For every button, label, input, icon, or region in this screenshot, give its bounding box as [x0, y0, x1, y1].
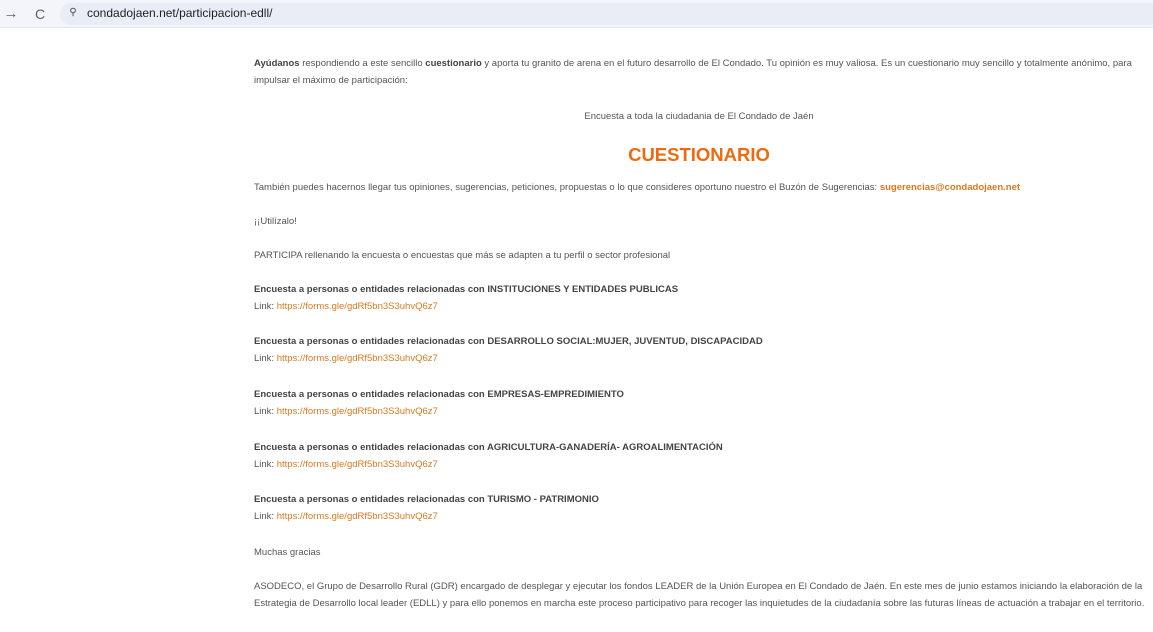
survey-title: Encuesta a personas o entidades relacion…: [254, 284, 679, 295]
address-bar[interactable]: ⚲ condadojaen.net/participacion-edll/: [60, 3, 1153, 25]
thanks-text: Muchas gracias: [254, 547, 321, 558]
survey-title: Encuesta a personas o entidades relacion…: [254, 494, 599, 505]
intro-paragraph: Ayúdanos respondiendo a este sencillo cu…: [254, 55, 1134, 89]
url-text[interactable]: condadojaen.net/participacion-edll/: [87, 6, 272, 20]
survey-title: Encuesta a personas o entidades relacion…: [254, 336, 763, 347]
survey-item-agricultura: Encuesta a personas o entidades relacion…: [254, 439, 1144, 473]
forward-icon[interactable]: →: [1, 4, 21, 24]
link-label: Link:: [254, 511, 277, 522]
participa-text: PARTICIPA rellenando la encuesta o encue…: [254, 250, 671, 261]
intro-strong-cuestionario: cuestionario: [425, 58, 482, 69]
intro-strong-ayudanos: Ayúdanos: [254, 58, 300, 69]
intro-text-1: respondiendo a este sencillo: [299, 58, 426, 69]
reload-icon[interactable]: C: [30, 4, 50, 24]
link-label: Link:: [254, 406, 277, 417]
link-label: Link:: [254, 301, 277, 312]
browser-toolbar: → C ⚲ condadojaen.net/participacion-edll…: [0, 0, 1153, 28]
survey-link[interactable]: https://forms.gle/gdRf5bn3S3uhvQ6z7: [277, 353, 438, 364]
site-info-icon[interactable]: ⚲: [66, 6, 80, 20]
survey-link[interactable]: https://forms.gle/gdRf5bn3S3uhvQ6z7: [277, 406, 438, 417]
survey-link-line: Link: https://forms.gle/gdRf5bn3S3uhvQ6z…: [254, 403, 1144, 420]
suggestions-paragraph: También puedes hacernos llegar tus opini…: [254, 179, 1020, 196]
survey-heading: Encuesta a toda la ciudadania de El Cond…: [584, 111, 814, 122]
suggestions-text: También puedes hacernos llegar tus opini…: [254, 182, 880, 193]
suggestions-email-link[interactable]: sugerencias@condadojaen.net: [880, 182, 1020, 193]
survey-link[interactable]: https://forms.gle/gdRf5bn3S3uhvQ6z7: [277, 301, 438, 312]
survey-item-instituciones: Encuesta a personas o entidades relacion…: [254, 281, 1144, 315]
survey-item-turismo: Encuesta a personas o entidades relacion…: [254, 491, 1144, 525]
survey-item-desarrollo-social: Encuesta a personas o entidades relacion…: [254, 333, 1144, 367]
survey-title: Encuesta a personas o entidades relacion…: [254, 389, 624, 400]
survey-link-line: Link: https://forms.gle/gdRf5bn3S3uhvQ6z…: [254, 298, 1144, 315]
link-label: Link:: [254, 459, 277, 470]
survey-link[interactable]: https://forms.gle/gdRf5bn3S3uhvQ6z7: [277, 511, 438, 522]
asodeco-paragraph: ASODECO, el Grupo de Desarrollo Rural (G…: [254, 581, 1145, 609]
survey-link[interactable]: https://forms.gle/gdRf5bn3S3uhvQ6z7: [277, 459, 438, 470]
survey-title: Encuesta a personas o entidades relacion…: [254, 442, 723, 453]
survey-item-empresas: Encuesta a personas o entidades relacion…: [254, 386, 1144, 420]
utilizalo-text: ¡¡Utilízalo!: [254, 216, 297, 227]
survey-link-line: Link: https://forms.gle/gdRf5bn3S3uhvQ6z…: [254, 350, 1144, 367]
link-label: Link:: [254, 353, 277, 364]
survey-link-line: Link: https://forms.gle/gdRf5bn3S3uhvQ6z…: [254, 508, 1144, 525]
page-title: CUESTIONARIO: [628, 144, 770, 165]
survey-link-line: Link: https://forms.gle/gdRf5bn3S3uhvQ6z…: [254, 456, 1144, 473]
